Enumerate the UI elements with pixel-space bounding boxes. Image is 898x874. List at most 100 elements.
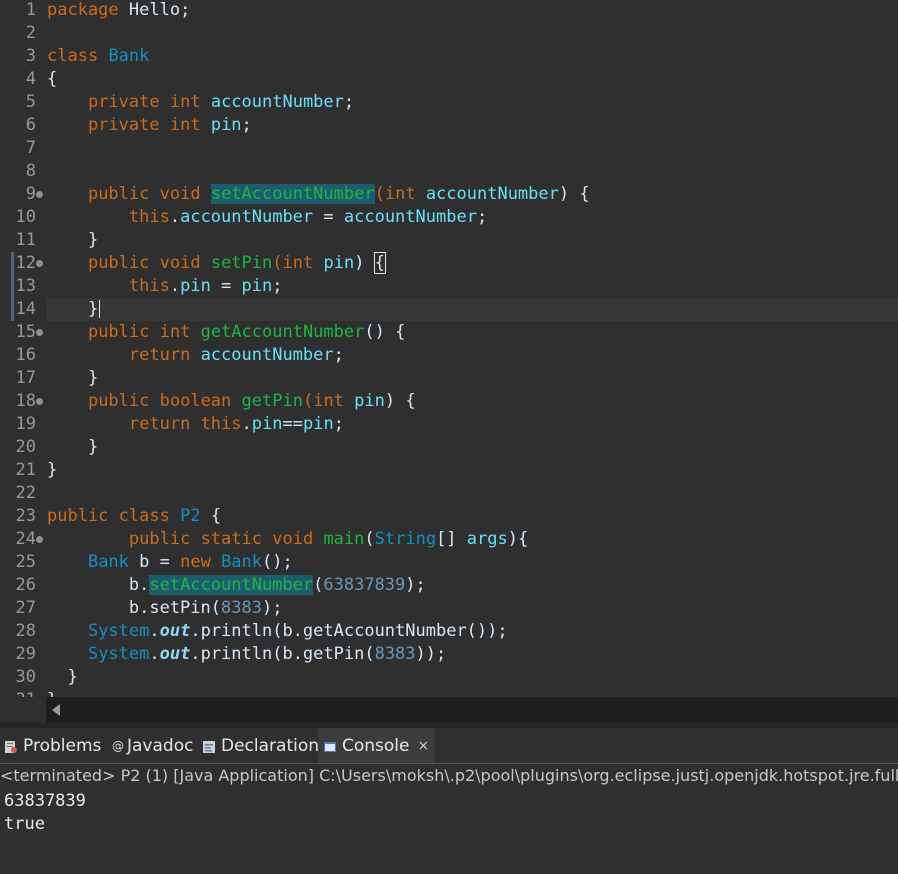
code-line[interactable]: 20 }	[0, 436, 898, 459]
code-line[interactable]: 12 public void setPin(int pin) {	[0, 252, 898, 275]
line-number: 2	[25, 23, 36, 43]
horizontal-scrollbar[interactable]	[46, 697, 898, 723]
code-line[interactable]: 15 public int getAccountNumber() {	[0, 321, 898, 344]
code-line[interactable]: 4{	[0, 68, 898, 91]
line-number: 11	[15, 230, 36, 250]
javadoc-icon: @	[112, 738, 124, 753]
tab-console[interactable]: Console ×	[318, 728, 436, 763]
code-line[interactable]: 19 return this.pin==pin;	[0, 413, 898, 436]
code-line[interactable]: 14 }	[0, 298, 898, 321]
code-line[interactable]: 16 return accountNumber;	[0, 344, 898, 367]
line-number: 24	[15, 529, 36, 549]
code-text: return accountNumber;	[128, 345, 344, 365]
code-text: }	[47, 368, 99, 388]
code-text: public void setPin(int pin) {	[87, 252, 386, 274]
code-line[interactable]: 24 public static void main(String[] args…	[0, 528, 898, 551]
code-line[interactable]: 10 this.accountNumber = accountNumber;	[0, 206, 898, 229]
fold-toggle-icon[interactable]	[36, 191, 43, 198]
line-number: 28	[15, 621, 36, 641]
code-line[interactable]: 11 }	[0, 229, 898, 252]
line-number: 19	[15, 414, 36, 434]
code-text: this.accountNumber = accountNumber;	[128, 207, 488, 227]
code-text: public class P2 {	[47, 506, 222, 526]
code-line[interactable]: 21}	[0, 459, 898, 482]
fold-toggle-icon[interactable]	[36, 398, 43, 405]
code-line[interactable]: 22	[0, 482, 898, 505]
line-number: 6	[25, 115, 36, 135]
code-text: {	[47, 69, 58, 89]
ruler-corner	[0, 697, 46, 723]
line-number: 17	[15, 368, 36, 388]
line-number: 20	[15, 437, 36, 457]
tab-javadoc-label: Javadoc	[127, 735, 194, 756]
code-line[interactable]: 31}	[0, 689, 898, 697]
code-line[interactable]: 28 System.out.println(b.getAccountNumber…	[0, 620, 898, 643]
declaration-icon	[202, 739, 216, 753]
line-number: 10	[15, 207, 36, 227]
code-line[interactable]: 29 System.out.println(b.getPin(8383));	[0, 643, 898, 666]
code-line[interactable]: 30 }	[0, 666, 898, 689]
line-number: 25	[15, 552, 36, 572]
code-text: }	[47, 689, 898, 697]
code-text: System.out.println(b.getAccountNumber())…	[87, 621, 508, 641]
code-line[interactable]: 2	[0, 22, 898, 45]
code-text: }	[47, 667, 78, 687]
code-line[interactable]: 5 private int accountNumber;	[0, 91, 898, 114]
code-text: Bank b = new Bank();	[87, 552, 293, 572]
code-line[interactable]: 18 public boolean getPin(int pin) {	[0, 390, 898, 413]
code-line[interactable]: 23 public class P2 {	[0, 505, 898, 528]
code-line[interactable]: 26 b.setAccountNumber(63837839);	[0, 574, 898, 597]
console-output[interactable]: 63837839 true	[0, 788, 898, 874]
code-line[interactable]: 8	[0, 160, 898, 183]
code-text: }	[47, 298, 898, 321]
tab-declaration[interactable]: Declaration	[202, 728, 319, 763]
code-line[interactable]: 1 package Hello;	[0, 0, 898, 22]
code-line[interactable]: 6 private int pin;	[0, 114, 898, 137]
line-number: 13	[15, 276, 36, 296]
bottom-panel-tabs: Problems @ Javadoc Declaration Console ×	[0, 728, 898, 763]
line-number: 9	[25, 184, 36, 204]
close-icon[interactable]: ×	[418, 738, 430, 754]
line-number: 31	[0, 689, 36, 697]
code-line[interactable]: 17 }	[0, 367, 898, 390]
code-line[interactable]: 13 this.pin = pin;	[0, 275, 898, 298]
code-line[interactable]: 7	[0, 137, 898, 160]
text-cursor	[99, 300, 101, 318]
code-text: private int accountNumber;	[87, 92, 355, 112]
code-line[interactable]: 9 public void setAccountNumber(int accou…	[0, 183, 898, 206]
line-number: 1	[25, 0, 36, 20]
line-number: 5	[25, 92, 36, 112]
code-line[interactable]: 3 class Bank	[0, 45, 898, 68]
line-number: 3	[25, 46, 36, 66]
line-number: 14	[15, 299, 36, 319]
code-text: }	[47, 230, 99, 250]
scroll-left-icon[interactable]	[52, 704, 60, 716]
line-number: 26	[15, 575, 36, 595]
code-line[interactable]: 27 b.setPin(8383);	[0, 597, 898, 620]
line-number: 8	[25, 161, 36, 181]
console-output-line: true	[4, 814, 45, 834]
line-number: 15	[15, 322, 36, 342]
code-text: b.setAccountNumber(63837839);	[47, 575, 426, 595]
tab-javadoc[interactable]: @ Javadoc	[112, 728, 193, 763]
fold-toggle-icon[interactable]	[36, 329, 43, 336]
fold-toggle-icon[interactable]	[36, 536, 43, 543]
line-number: 30	[15, 667, 36, 687]
code-line[interactable]: 25 Bank b = new Bank();	[0, 551, 898, 574]
line-number: 12	[15, 253, 36, 273]
tab-problems[interactable]: Problems	[4, 728, 101, 763]
line-number: 22	[15, 483, 36, 503]
tab-problems-label: Problems	[23, 735, 102, 756]
code-text: return this.pin==pin;	[128, 414, 344, 434]
code-text: class Bank	[47, 46, 150, 66]
fold-toggle-icon[interactable]	[36, 260, 43, 267]
code-text: public int getAccountNumber() {	[87, 322, 406, 342]
line-number: 4	[25, 69, 36, 89]
line-number: 27	[15, 598, 36, 618]
code-editor[interactable]: 1 package Hello; 2 3 class Bank 4{5 private i…	[0, 0, 898, 697]
code-text: public void setAccountNumber(int account…	[87, 184, 590, 204]
line-number: 21	[15, 460, 36, 480]
